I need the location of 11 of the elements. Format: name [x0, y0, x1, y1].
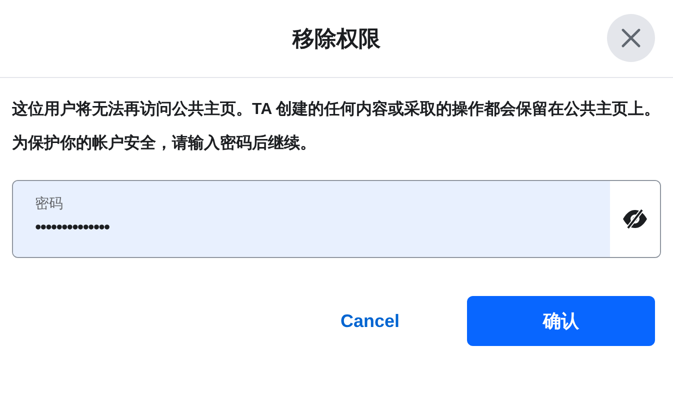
confirm-button[interactable]: 确认	[467, 296, 655, 346]
dialog-title: 移除权限	[292, 25, 380, 53]
close-button[interactable]	[607, 14, 655, 62]
close-icon	[621, 28, 641, 48]
password-value: ••••••••••••••	[35, 216, 110, 239]
eye-slash-icon[interactable]	[622, 209, 648, 229]
dialog-message: 这位用户将无法再访问公共主页。TA 创建的任何内容或采取的操作都会保留在公共主页上。	[12, 99, 661, 120]
dialog-message: 为保护你的帐户安全，请输入密码后继续。	[12, 133, 317, 154]
password-field[interactable]: 密码 ••••••••••••••	[12, 180, 661, 258]
cancel-button[interactable]: Cancel	[283, 296, 457, 346]
field-label: 密码	[35, 194, 64, 213]
